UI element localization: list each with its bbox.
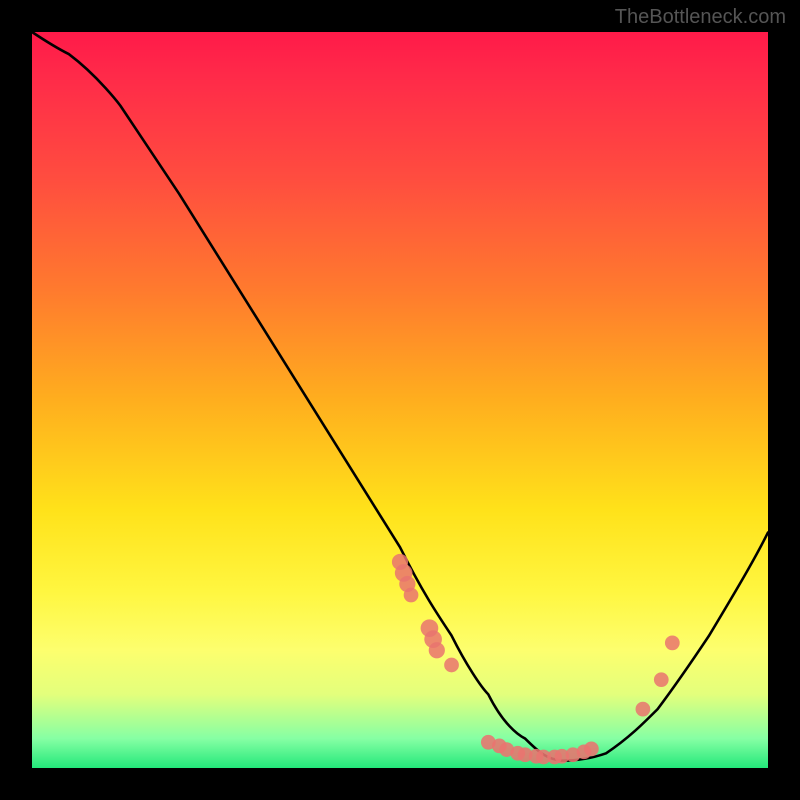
curve-layer	[32, 32, 768, 768]
watermark: TheBottleneck.com	[615, 6, 786, 29]
marker-cluster-right	[636, 636, 680, 717]
marker-cluster-left	[392, 554, 459, 672]
plot-area	[32, 32, 768, 768]
bottleneck-curve	[32, 32, 768, 761]
chart-container: TheBottleneck.com	[0, 0, 800, 800]
